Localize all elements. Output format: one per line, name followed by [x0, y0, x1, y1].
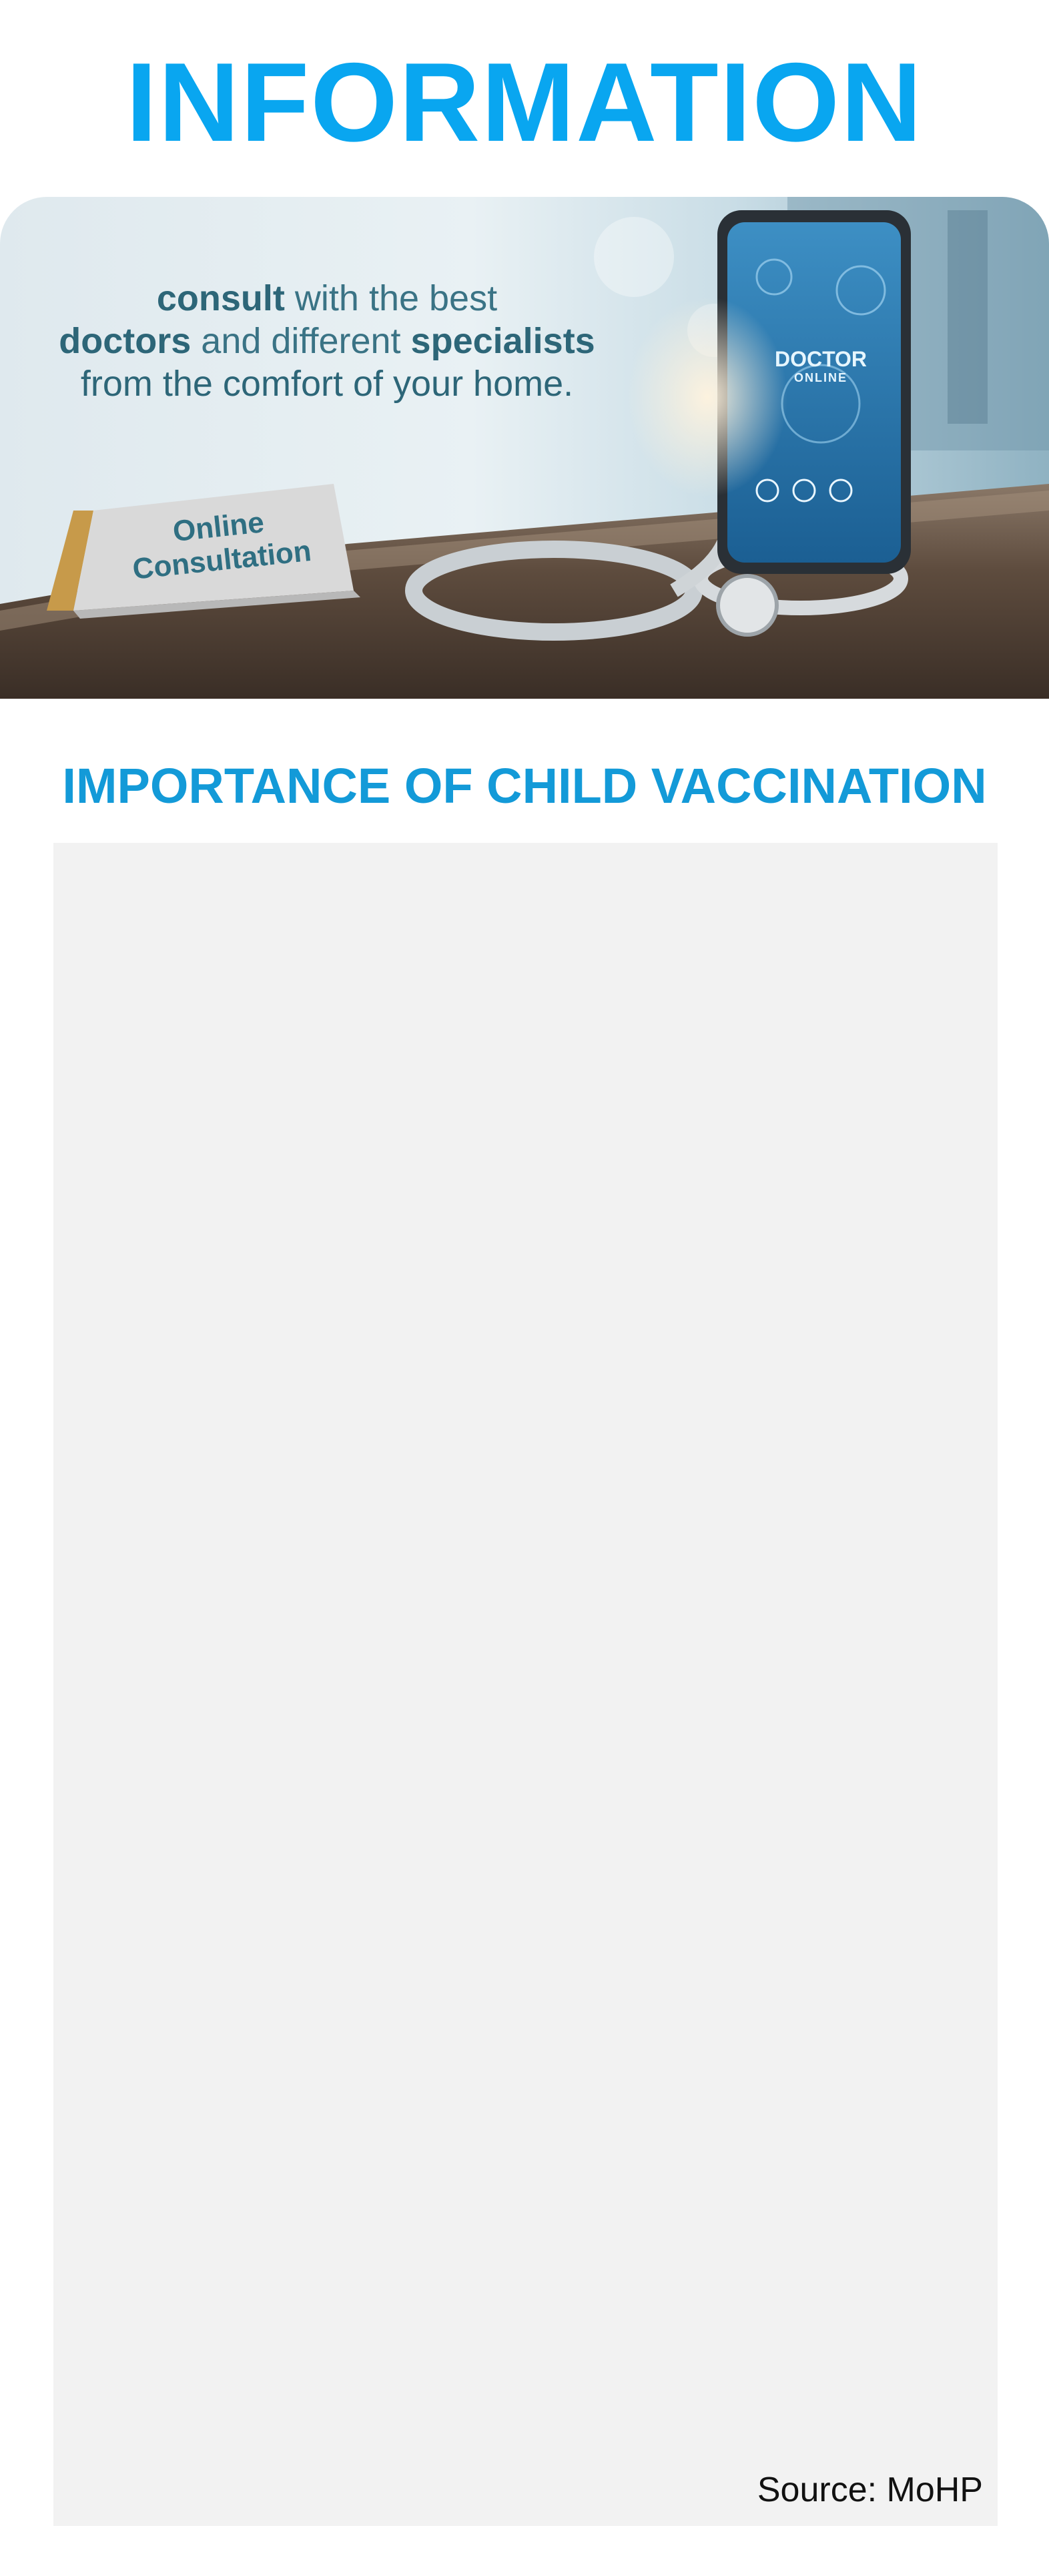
banner-line-2-mid: and different	[191, 321, 411, 361]
phone-label-online: ONLINE	[793, 371, 847, 384]
banner-word-doctors: doctors	[59, 321, 192, 361]
banner-image	[0, 197, 1049, 699]
page-title: INFORMATION	[125, 39, 924, 165]
source-note: Source: MoHP	[757, 2471, 983, 2509]
banner-line-3: from the comfort of your home.	[80, 364, 574, 404]
banner-word-specialists: specialists	[410, 321, 595, 361]
vaccination-content-panel: Source: MoHP	[53, 843, 998, 2526]
online-consultation-banner[interactable]: consult with the best doctors and differ…	[0, 197, 1049, 699]
phone-label-doctor: DOCTOR	[774, 347, 867, 371]
banner-line-1-rest: with the best	[284, 278, 498, 318]
page: INFORMATION consult with the best doctor…	[0, 0, 1049, 2576]
phone-screen-label: DOCTOR ONLINE	[761, 347, 881, 384]
banner-line-2: doctors and different specialists	[0, 320, 654, 362]
section-title: IMPORTANCE OF CHILD VACCINATION	[62, 758, 987, 814]
banner-word-consult: consult	[156, 278, 285, 318]
banner-line-1: consult with the best	[0, 277, 654, 320]
banner-headline: consult with the best doctors and differ…	[0, 277, 654, 405]
